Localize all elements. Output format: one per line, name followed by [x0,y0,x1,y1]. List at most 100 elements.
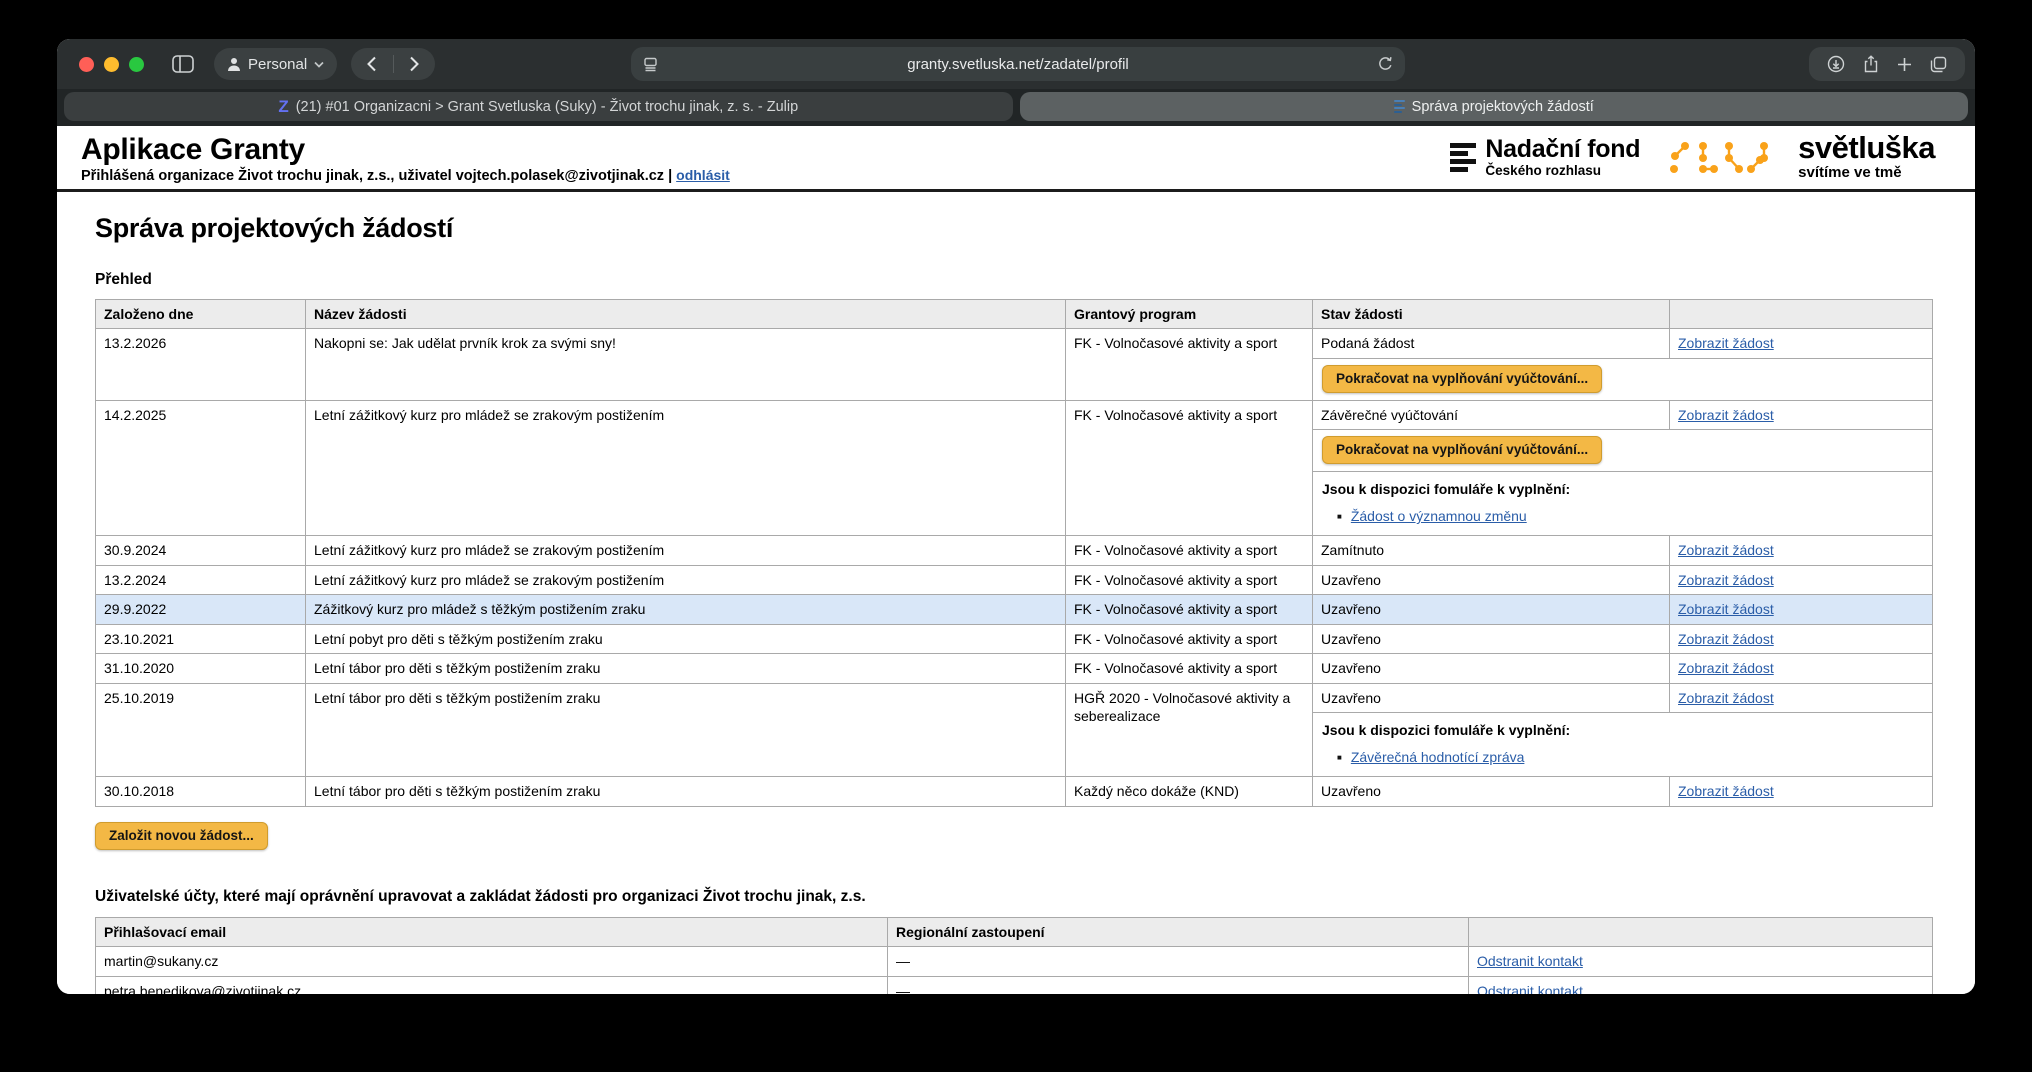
application-program: FK - Volnočasové aktivity a sport [1066,654,1313,682]
view-application-link[interactable]: Zobrazit žádost [1678,601,1774,617]
forward-icon[interactable] [409,56,419,72]
status-line: UzavřenoZobrazit žádost [1313,625,1932,653]
application-date: 14.2.2025 [96,401,306,535]
address-bar[interactable]: granty.svetluska.net/zadatel/profil [631,47,1405,81]
application-date: 13.2.2024 [96,566,306,594]
application-status-region: Zamítnuto Zobrazit žádost [1313,536,1932,564]
app-title: Aplikace Granty [81,134,730,166]
forms-list: Závěrečná hodnotící zpráva [1337,749,1923,765]
tab-title: Správa projektových žádostí [1412,99,1594,115]
remove-contact-link[interactable]: Odstranit kontakt [1477,953,1583,969]
application-date: 29.9.2022 [96,595,306,623]
application-action-cell: Zobrazit žádost [1670,536,1932,564]
application-date: 13.2.2026 [96,329,306,399]
tab-overview-icon[interactable] [1930,56,1947,73]
view-application-link[interactable]: Zobrazit žádost [1678,690,1774,706]
new-tab-icon[interactable] [1897,57,1912,72]
users-table-header: Přihlašovací email Regionální zastoupení [96,918,1932,947]
profile-switcher[interactable]: Personal [214,48,337,80]
column-header [1469,918,1932,947]
app-header: Aplikace Granty Přihlášená organizace Ži… [57,126,1975,192]
overview-heading: Přehled [95,271,1935,289]
view-application-link[interactable]: Zobrazit žádost [1678,631,1774,647]
application-date: 23.10.2021 [96,625,306,653]
chevron-down-icon [314,61,324,68]
applications-table-header: Založeno dne Název žádosti Grantový prog… [96,300,1932,329]
downloads-icon[interactable] [1827,55,1845,73]
svetluska-title: světluška [1798,134,1935,162]
available-forms-subrow: Jsou k dispozici fomuláře k vyplnění: Záv… [1313,712,1932,776]
traffic-lights [79,57,144,72]
view-application-link[interactable]: Zobrazit žádost [1678,783,1774,799]
remove-contact-link[interactable]: Odstranit kontakt [1477,983,1583,994]
forms-heading: Jsou k dispozici fomuláře k vyplnění: [1322,478,1923,499]
applications-table: Založeno dne Název žádosti Grantový prog… [95,299,1933,807]
continue-filling-button[interactable]: Pokračovat na vyplňování vyúčtování... [1322,436,1602,464]
form-link[interactable]: Žádost o významnou změnu [1351,508,1527,524]
application-action-cell: Zobrazit žádost [1670,401,1932,429]
reload-icon[interactable] [1378,56,1393,72]
share-icon[interactable] [1863,55,1879,73]
application-status: Podaná žádost [1313,329,1670,357]
application-row: 31.10.2020Letní tábor pro děti s těžkým … [96,653,1932,682]
user-email: martin@sukany.cz [96,947,888,975]
logout-link[interactable]: odhlásit [676,167,730,183]
application-date: 30.9.2024 [96,536,306,564]
minimize-window-button[interactable] [104,57,119,72]
application-row: 14.2.2025Letní zážitkový kurz pro mládež… [96,400,1932,535]
application-action-cell: Zobrazit žádost [1670,566,1932,594]
application-date: 31.10.2020 [96,654,306,682]
application-status-region: Podaná žádost Zobrazit žádost Pokračovat n… [1313,329,1932,399]
application-status-region: UzavřenoZobrazit žádost [1313,625,1932,653]
profile-label: Personal [248,56,307,73]
application-program: Každý něco dokáže (KND) [1066,777,1313,805]
page-settings-icon[interactable] [643,57,658,72]
new-application-button[interactable]: Založit novou žádost... [95,822,268,850]
back-icon[interactable] [367,56,377,72]
column-header: Založeno dne [96,300,306,329]
zulip-favicon: Z [278,97,288,117]
tab-sprava-zadosti[interactable]: Správa projektových žádostí [1020,92,1969,121]
form-link[interactable]: Závěrečná hodnotící zpráva [1351,749,1525,765]
application-date: 30.10.2018 [96,777,306,805]
status-line: Uzavřeno Zobrazit žádost [1313,684,1932,712]
application-status-region: UzavřenoZobrazit žádost [1313,654,1932,682]
continue-filling-button[interactable]: Pokračovat na vyplňování vyúčtování... [1322,365,1602,393]
application-status: Uzavřeno [1313,684,1670,712]
view-application-link[interactable]: Zobrazit žádost [1678,407,1774,423]
header-logos: Nadační fond Českého rozhlasu [1450,134,1935,181]
view-application-link[interactable]: Zobrazit žádost [1678,335,1774,351]
sidebar-toggle-icon[interactable] [172,55,194,73]
forms-heading: Jsou k dispozici fomuláře k vyplnění: [1322,719,1923,740]
nadacni-fond-title: Nadační fond [1485,137,1640,162]
application-status: Závěrečné vyúčtování [1313,401,1670,429]
application-action-cell: Zobrazit žádost [1670,595,1932,623]
url-text: granty.svetluska.net/zadatel/profil [658,56,1378,73]
granty-favicon [1394,100,1405,113]
application-name: Letní tábor pro děti s těžkým postižením… [306,777,1066,805]
application-program: FK - Volnočasové aktivity a sport [1066,595,1313,623]
page-title: Správa projektových žádostí [95,213,1935,244]
continue-subrow: Pokračovat na vyplňování vyúčtování... [1313,358,1932,400]
application-name: Letní tábor pro děti s těžkým postižením… [306,654,1066,682]
user-action-cell: Odstranit kontakt [1469,947,1932,975]
nav-divider [393,55,394,73]
column-header: Regionální zastoupení [888,918,1469,947]
view-application-link[interactable]: Zobrazit žádost [1678,542,1774,558]
status-line: UzavřenoZobrazit žádost [1313,595,1932,623]
zoom-window-button[interactable] [129,57,144,72]
view-application-link[interactable]: Zobrazit žádost [1678,572,1774,588]
nadacni-fond-subtitle: Českého rozhlasu [1485,163,1640,178]
view-application-link[interactable]: Zobrazit žádost [1678,660,1774,676]
application-status: Zamítnuto [1313,536,1670,564]
application-status-region: UzavřenoZobrazit žádost [1313,566,1932,594]
column-header: Grantový program [1066,300,1313,329]
application-row: 25.10.2019Letní tábor pro děti s těžkým … [96,683,1932,776]
application-status-region: Uzavřeno Zobrazit žádost Jsou k dispozici … [1313,684,1932,776]
column-header: Přihlašovací email [96,918,888,947]
status-line: UzavřenoZobrazit žádost [1313,566,1932,594]
tab-zulip[interactable]: Z (21) #01 Organizacni > Grant Svetluska… [64,92,1013,121]
close-window-button[interactable] [79,57,94,72]
application-name: Letní zážitkový kurz pro mládež se zrako… [306,401,1066,535]
application-name: Letní pobyt pro děti s těžkým postižením… [306,625,1066,653]
